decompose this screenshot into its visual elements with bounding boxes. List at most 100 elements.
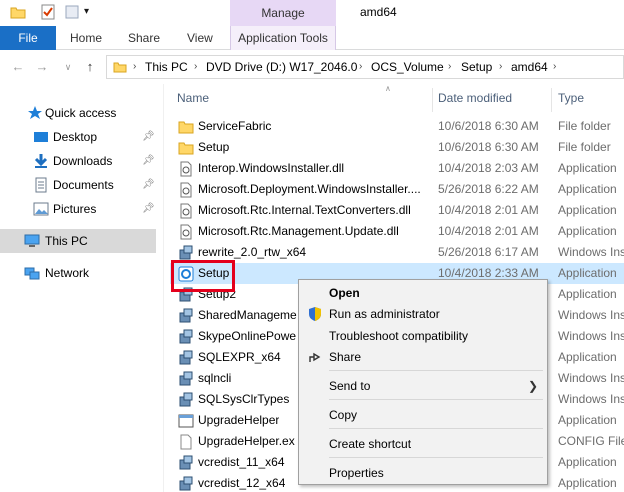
- breadcrumb-amd64[interactable]: amd64: [511, 56, 548, 78]
- file-date-modified: 10/6/2018 6:30 AM: [438, 119, 539, 133]
- column-divider[interactable]: [432, 88, 433, 112]
- breadcrumb-separator-icon[interactable]: ›: [359, 56, 362, 78]
- installer-icon: [178, 350, 194, 366]
- star-icon: [27, 105, 43, 121]
- new-folder-icon[interactable]: [64, 4, 80, 20]
- file-name: SQLSysClrTypes: [198, 392, 290, 406]
- title-bar: ▾ Manage amd64: [0, 0, 624, 26]
- file-row[interactable]: Microsoft.Deployment.WindowsInstaller...…: [170, 179, 624, 200]
- tab-home[interactable]: Home: [70, 26, 102, 50]
- nav-item-pictures[interactable]: Pictures 📌︎: [0, 197, 156, 221]
- dll-icon: [178, 182, 194, 198]
- nav-network-label: Network: [45, 266, 90, 280]
- nav-item-downloads[interactable]: Downloads 📌︎: [0, 149, 156, 173]
- breadcrumb-separator-icon[interactable]: ›: [194, 56, 197, 78]
- menu-item-label: Properties: [329, 466, 384, 480]
- column-header-name[interactable]: Name: [177, 88, 209, 108]
- folder-icon: [178, 140, 194, 156]
- nav-network[interactable]: Network: [0, 261, 156, 285]
- pin-icon[interactable]: 📌︎: [142, 125, 155, 149]
- ribbon-tabs: File Home Share View Application Tools: [0, 26, 624, 50]
- menu-separator: [329, 428, 543, 429]
- breadcrumb-separator-icon[interactable]: ›: [499, 56, 502, 78]
- menu-item-label: Run as administrator: [329, 307, 440, 321]
- breadcrumb-this-pc[interactable]: This PC: [145, 56, 188, 78]
- menu-item-label: Troubleshoot compatibility: [329, 329, 468, 343]
- file-type: Application: [558, 161, 617, 175]
- nav-item-label: Downloads: [53, 154, 113, 168]
- properties-check-icon[interactable]: [40, 4, 56, 20]
- tab-application-tools[interactable]: Application Tools: [230, 26, 336, 50]
- tab-share[interactable]: Share: [128, 26, 160, 50]
- nav-this-pc[interactable]: This PC: [0, 229, 156, 253]
- pin-icon[interactable]: 📌︎: [142, 197, 155, 221]
- menu-item-label: Copy: [329, 408, 358, 422]
- column-header-type[interactable]: Type: [558, 88, 584, 108]
- manage-tab-header[interactable]: Manage: [230, 0, 336, 26]
- menu-item-create-shortcut[interactable]: Create shortcut: [300, 433, 546, 455]
- file-row[interactable]: Interop.WindowsInstaller.dll 10/4/2018 2:…: [170, 158, 624, 179]
- downloads-icon: [33, 153, 49, 169]
- computer-icon: [24, 233, 40, 249]
- nav-quick-access[interactable]: Quick access: [0, 101, 156, 125]
- dropdown-arrow-icon[interactable]: ▾: [84, 4, 100, 20]
- address-folder-icon: [113, 60, 127, 77]
- file-row[interactable]: Microsoft.Rtc.Management.Update.dll 10/4/…: [170, 221, 624, 242]
- breadcrumb-separator-icon[interactable]: ›: [553, 56, 556, 78]
- tab-file[interactable]: File: [0, 26, 56, 50]
- back-arrow-icon[interactable]: ←: [10, 58, 26, 76]
- nav-quick-access-label: Quick access: [45, 106, 117, 120]
- file-type: File folder: [558, 140, 611, 154]
- sort-chevron-icon: ∧: [385, 84, 391, 93]
- file-name: Microsoft.Rtc.Management.Update.dll: [198, 224, 399, 238]
- nav-item-label: Pictures: [53, 202, 97, 216]
- menu-item-open[interactable]: Open: [300, 282, 546, 304]
- file-name: Microsoft.Deployment.WindowsInstaller...…: [198, 182, 421, 196]
- file-date-modified: 5/26/2018 6:17 AM: [438, 245, 539, 259]
- column-divider[interactable]: [551, 88, 552, 112]
- file-row[interactable]: ServiceFabric 10/6/2018 6:30 AM File folde…: [170, 116, 624, 137]
- file-type: File folder: [558, 119, 611, 133]
- file-type: Windows Ins: [558, 392, 624, 406]
- menu-item-send-to[interactable]: Send to ❯: [300, 375, 546, 397]
- folder-icon[interactable]: [10, 4, 26, 20]
- menu-item-copy[interactable]: Copy: [300, 404, 546, 426]
- installer-icon: [178, 476, 194, 492]
- desktop-icon: [33, 129, 49, 145]
- menu-item-properties[interactable]: Properties: [300, 462, 546, 484]
- nav-item-documents[interactable]: Documents 📌︎: [0, 173, 156, 197]
- file-name: Interop.WindowsInstaller.dll: [198, 161, 345, 175]
- file-row[interactable]: Microsoft.Rtc.Internal.TextConverters.dl…: [170, 200, 624, 221]
- breadcrumb-setup[interactable]: Setup: [461, 56, 492, 78]
- menu-item-label: Send to: [329, 379, 371, 393]
- breadcrumb-ocs-volume[interactable]: OCS_Volume: [371, 56, 444, 78]
- menu-item-run-as-administrator[interactable]: Run as administrator: [300, 303, 546, 325]
- file-row[interactable]: Setup 10/6/2018 6:30 AM File folder: [170, 137, 624, 158]
- menu-item-label: Open: [329, 286, 360, 300]
- forward-arrow-icon[interactable]: →: [34, 58, 50, 76]
- tab-view[interactable]: View: [187, 26, 213, 50]
- nav-item-desktop[interactable]: Desktop 📌︎: [0, 125, 156, 149]
- folder-icon: [178, 119, 194, 135]
- breadcrumb-separator-icon[interactable]: ›: [133, 56, 136, 78]
- breadcrumb-separator-icon[interactable]: ›: [448, 56, 451, 78]
- column-header-date[interactable]: Date modified: [438, 88, 512, 108]
- pane-divider[interactable]: [163, 84, 164, 492]
- app-window-icon: [178, 413, 194, 429]
- pin-icon[interactable]: 📌︎: [142, 149, 155, 173]
- file-type: Application: [558, 287, 617, 301]
- pin-icon[interactable]: 📌︎: [142, 173, 155, 197]
- file-type: CONFIG File: [558, 434, 624, 448]
- file-date-modified: 10/4/2018 2:01 AM: [438, 203, 539, 217]
- file-row[interactable]: rewrite_2.0_rtw_x64 5/26/2018 6:17 AM Wind…: [170, 242, 624, 263]
- breadcrumb-dvd-drive[interactable]: DVD Drive (D:) W17_2046.0: [206, 56, 357, 78]
- menu-item-label: Share: [329, 350, 362, 364]
- address-bar[interactable]: › This PC › DVD Drive (D:) W17_2046.0 › …: [106, 55, 624, 79]
- file-date-modified: 5/26/2018 6:22 AM: [438, 182, 539, 196]
- recent-locations-chevron-icon[interactable]: ∨: [60, 58, 76, 76]
- uac-shield-icon: [307, 306, 323, 322]
- up-arrow-icon[interactable]: ↑: [82, 58, 98, 76]
- navigation-bar: ← → ∨ ↑ › This PC › DVD Drive (D:) W17_2…: [0, 50, 624, 84]
- menu-item-share[interactable]: Share: [300, 346, 546, 368]
- menu-item-troubleshoot-compatibility[interactable]: Troubleshoot compatibility: [300, 325, 546, 347]
